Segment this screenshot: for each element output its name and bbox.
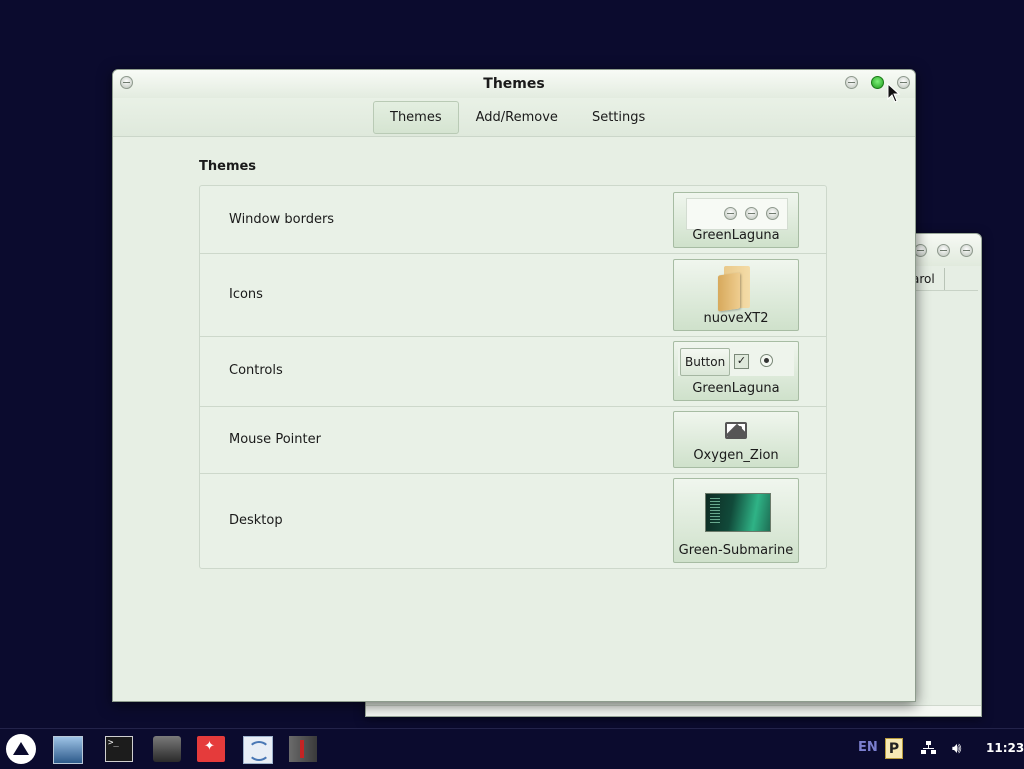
clock[interactable]: 11:23: [986, 741, 1024, 755]
themes-panel: Window borders GreenLaguna Icons nuoveXT…: [199, 185, 827, 569]
icons-picker[interactable]: nuoveXT2: [673, 259, 799, 331]
close-icon: [766, 207, 779, 220]
background-column-header[interactable]: arol: [912, 268, 978, 291]
desktop-thumbnail: [705, 493, 771, 532]
row-label: Controls: [229, 363, 283, 378]
close-icon[interactable]: [960, 244, 973, 257]
desktop-picker[interactable]: Green-Submarine: [673, 478, 799, 563]
suit-icon[interactable]: [289, 736, 317, 762]
checkbox-icon: ✓: [734, 354, 749, 369]
column-separator: [944, 268, 945, 290]
picker-caption: GreenLaguna: [692, 381, 780, 396]
image-icon: [725, 422, 747, 439]
minimize-icon: [724, 207, 737, 220]
picker-caption: nuoveXT2: [703, 311, 769, 326]
drive-icon[interactable]: [153, 736, 181, 762]
taskbar: >_ EN P 🔊︎ 11:23: [0, 728, 1024, 769]
window-title: Themes: [483, 76, 545, 92]
row-controls: Controls Button ✓ GreenLaguna: [200, 337, 826, 407]
clipboard-p-icon[interactable]: P: [885, 738, 903, 759]
controls-preview: Button ✓: [678, 346, 794, 376]
radio-icon: [760, 354, 773, 367]
sample-button: Button: [680, 348, 731, 376]
red-app-icon[interactable]: [197, 736, 225, 762]
picker-caption: Green-Submarine: [678, 543, 794, 558]
row-window-borders: Window borders GreenLaguna: [200, 186, 826, 254]
row-label: Desktop: [229, 513, 283, 528]
maximize-icon[interactable]: [871, 76, 884, 89]
background-window-statusbar: [366, 705, 981, 716]
tab-themes[interactable]: Themes: [373, 101, 459, 134]
start-menu-icon[interactable]: [6, 734, 36, 764]
window-titlebar[interactable]: Themes: [113, 70, 915, 98]
row-label: Icons: [229, 287, 263, 302]
minimize-icon[interactable]: [845, 76, 858, 89]
mouse-pointer-picker[interactable]: Oxygen_Zion: [673, 411, 799, 468]
row-mouse-pointer: Mouse Pointer Oxygen_Zion: [200, 407, 826, 474]
tab-add-remove[interactable]: Add/Remove: [459, 101, 575, 134]
keyboard-layout-indicator[interactable]: EN: [858, 740, 878, 755]
controls-picker[interactable]: Button ✓ GreenLaguna: [673, 341, 799, 401]
row-label: Mouse Pointer: [229, 432, 321, 447]
section-title: Themes: [199, 159, 257, 174]
background-window-buttons: [914, 244, 973, 257]
window-borders-picker[interactable]: GreenLaguna: [673, 192, 799, 248]
row-label: Window borders: [229, 212, 335, 227]
map-icon[interactable]: [243, 736, 273, 764]
maximize-icon: [745, 207, 758, 220]
themes-window: Themes Themes Add/Remove Settings Themes…: [112, 69, 916, 702]
terminal-icon[interactable]: >_: [105, 736, 133, 762]
picker-caption: Oxygen_Zion: [693, 448, 779, 463]
row-desktop: Desktop Green-Submarine: [200, 474, 826, 568]
volume-icon[interactable]: 🔊︎: [952, 739, 961, 757]
row-icons: Icons nuoveXT2: [200, 254, 826, 337]
window-buttons-preview: [686, 198, 788, 230]
network-icon[interactable]: [921, 741, 937, 755]
maximize-icon[interactable]: [937, 244, 950, 257]
file-manager-icon[interactable]: [53, 736, 83, 764]
picker-caption: GreenLaguna: [692, 228, 780, 243]
tab-settings[interactable]: Settings: [575, 101, 662, 134]
folder-icon: [718, 266, 752, 312]
tab-bar: Themes Add/Remove Settings: [113, 98, 915, 137]
